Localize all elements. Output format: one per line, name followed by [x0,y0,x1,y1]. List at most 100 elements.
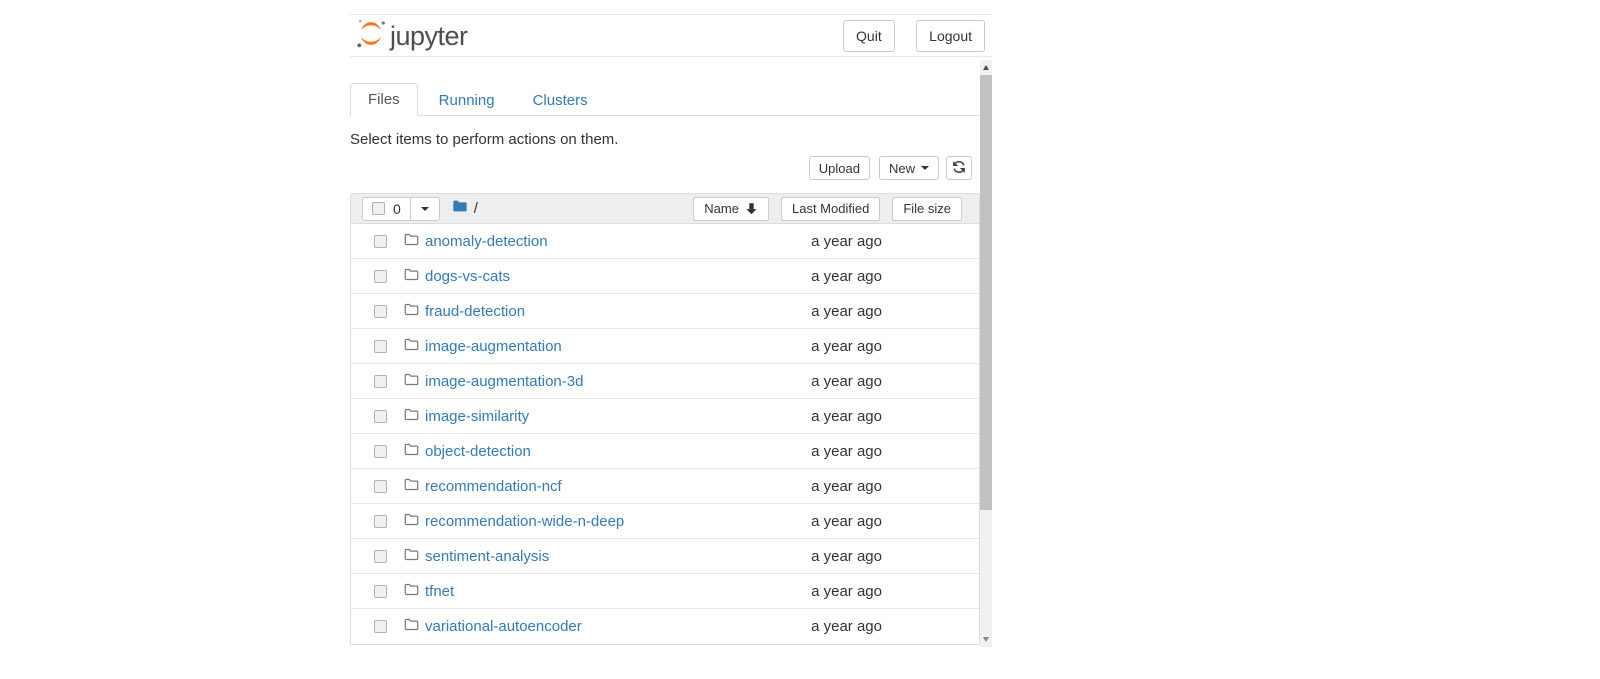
folder-icon [404,478,425,495]
folder-icon [404,303,425,320]
refresh-button[interactable] [946,156,972,180]
file-row: recommendation-ncf a year ago [351,469,979,504]
row-checkbox[interactable] [374,445,387,458]
scrollbar[interactable] [980,60,992,647]
last-modified: a year ago [732,338,882,355]
row-checkbox[interactable] [374,515,387,528]
caret-down-icon [421,207,429,211]
tab-clusters[interactable]: Clusters [516,85,605,116]
last-modified: a year ago [732,303,882,320]
select-all-checkbox[interactable] [372,202,385,215]
file-name-cell: dogs-vs-cats [404,268,732,285]
file-row: image-similarity a year ago [351,399,979,434]
quit-button[interactable]: Quit [843,20,895,52]
file-name-cell: variational-autoencoder [404,618,732,635]
file-row: object-detection a year ago [351,434,979,469]
arrow-down-icon [745,202,758,215]
file-row: fraud-detection a year ago [351,294,979,329]
folder-icon [404,268,425,285]
file-link[interactable]: image-similarity [425,408,529,425]
tab-files[interactable]: Files [350,83,418,116]
folder-filled-icon [452,199,468,218]
file-name-cell: object-detection [404,443,732,460]
instruction-text: Select items to perform actions on them. [350,131,980,148]
folder-icon [404,548,425,565]
breadcrumb[interactable]: / [452,199,478,218]
file-name-cell: tfnet [404,583,732,600]
row-checkbox[interactable] [374,480,387,493]
file-link[interactable]: recommendation-ncf [425,478,562,495]
row-checkbox[interactable] [374,585,387,598]
tab-bar: Files Running Clusters [350,83,980,116]
last-modified: a year ago [732,443,882,460]
refresh-icon [952,160,966,177]
toolbar: Upload New [350,156,980,180]
last-modified: a year ago [732,233,882,250]
select-button-group: 0 [362,197,440,221]
sort-name-button[interactable]: Name [693,197,769,221]
folder-icon [404,618,425,635]
file-link[interactable]: image-augmentation [425,338,562,355]
last-modified: a year ago [732,548,882,565]
row-checkbox[interactable] [374,305,387,318]
file-list: anomaly-detection a year ago dogs-vs-cat… [351,224,979,644]
sort-size-button[interactable]: File size [892,197,962,221]
file-link[interactable]: variational-autoencoder [425,618,582,635]
file-row: sentiment-analysis a year ago [351,539,979,574]
file-link[interactable]: sentiment-analysis [425,548,549,565]
jupyter-planet-icon [356,17,386,55]
row-checkbox[interactable] [374,620,387,633]
file-name-cell: image-similarity [404,408,732,425]
file-name-cell: image-augmentation-3d [404,373,732,390]
file-name-cell: fraud-detection [404,303,732,320]
select-dropdown-button[interactable] [410,197,440,221]
scrollbar-down-button[interactable] [980,632,992,647]
last-modified: a year ago [732,618,882,635]
last-modified: a year ago [732,373,882,390]
file-link[interactable]: recommendation-wide-n-deep [425,513,624,530]
file-link[interactable]: tfnet [425,583,454,600]
row-checkbox[interactable] [374,270,387,283]
new-button-label: New [889,161,915,176]
logo-wordmark: jupyter [390,21,468,52]
row-checkbox[interactable] [374,550,387,563]
row-checkbox[interactable] [374,410,387,423]
folder-icon [404,233,425,250]
select-all-button[interactable]: 0 [362,197,411,221]
upload-button[interactable]: Upload [809,156,870,180]
row-checkbox[interactable] [374,235,387,248]
folder-icon [404,583,425,600]
file-row: variational-autoencoder a year ago [351,609,979,644]
folder-icon [404,338,425,355]
file-name-cell: recommendation-wide-n-deep [404,513,732,530]
last-modified: a year ago [732,268,882,285]
breadcrumb-path: / [474,200,478,217]
scrollbar-thumb[interactable] [980,75,992,510]
file-row: recommendation-wide-n-deep a year ago [351,504,979,539]
file-name-cell: recommendation-ncf [404,478,732,495]
file-link[interactable]: image-augmentation-3d [425,373,583,390]
row-checkbox[interactable] [374,340,387,353]
file-name-cell: image-augmentation [404,338,732,355]
last-modified: a year ago [732,478,882,495]
new-dropdown-button[interactable]: New [879,156,939,180]
file-row: image-augmentation a year ago [351,329,979,364]
row-checkbox[interactable] [374,375,387,388]
header: jupyter Quit Logout [350,14,992,57]
jupyter-app: jupyter Quit Logout Files Running Cluste… [350,0,992,679]
file-name-cell: anomaly-detection [404,233,732,250]
site-content: Files Running Clusters Select items to p… [350,83,980,645]
folder-icon [404,408,425,425]
sort-modified-button[interactable]: Last Modified [781,197,880,221]
folder-icon [404,373,425,390]
file-row: anomaly-detection a year ago [351,224,979,259]
scrollbar-up-button[interactable] [980,60,992,75]
file-link[interactable]: fraud-detection [425,303,525,320]
file-link[interactable]: anomaly-detection [425,233,548,250]
file-link[interactable]: object-detection [425,443,531,460]
jupyter-logo[interactable]: jupyter [356,17,468,55]
tab-running[interactable]: Running [422,85,512,116]
file-link[interactable]: dogs-vs-cats [425,268,510,285]
sort-buttons: Name Last Modified File size [693,197,962,221]
logout-button[interactable]: Logout [916,20,985,52]
